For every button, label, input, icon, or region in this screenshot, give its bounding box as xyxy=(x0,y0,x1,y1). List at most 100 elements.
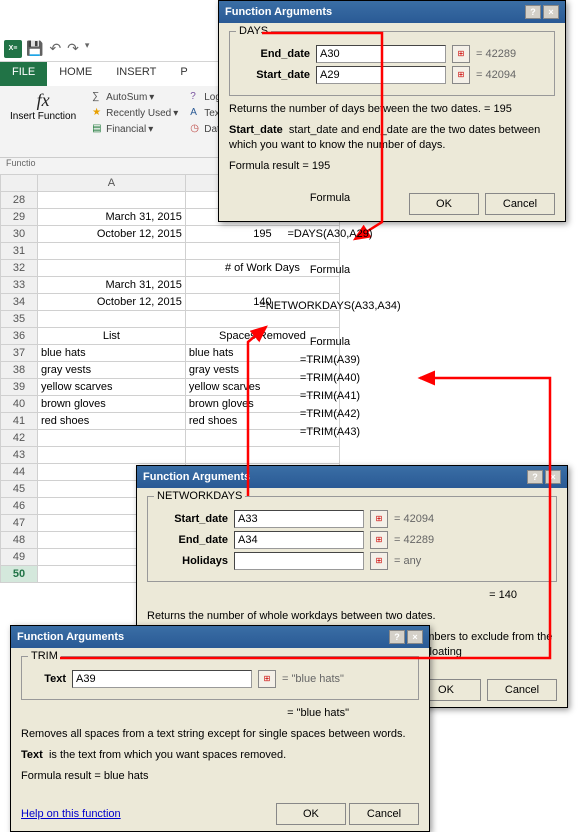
nd-holidays-label: Holidays xyxy=(156,555,228,567)
financial-button[interactable]: ▤ Financial ▾ xyxy=(90,122,180,136)
dialog-title: Function Arguments xyxy=(225,6,332,18)
ref-edit-icon[interactable]: ⊞ xyxy=(258,670,276,688)
cell[interactable]: yellow scarves xyxy=(37,379,185,396)
cell-formula[interactable]: =TRIM(A40) xyxy=(230,372,430,384)
row-header[interactable]: 32 xyxy=(1,260,38,277)
dialog-networkdays-titlebar[interactable]: Function Arguments ? × xyxy=(137,466,567,488)
row-header[interactable]: 29 xyxy=(1,209,38,226)
cell-formula[interactable]: =TRIM(A41) xyxy=(230,390,430,402)
cell[interactable]: blue hats xyxy=(37,345,185,362)
row-header[interactable]: 48 xyxy=(1,532,38,549)
cancel-button[interactable]: Cancel xyxy=(485,193,555,215)
cell[interactable] xyxy=(185,277,339,294)
ref-edit-icon[interactable]: ⊞ xyxy=(370,510,388,528)
nd-start-input[interactable] xyxy=(234,510,364,528)
tab-file[interactable]: FILE xyxy=(0,62,47,86)
help-icon[interactable]: ? xyxy=(527,470,543,484)
row-header[interactable]: 38 xyxy=(1,362,38,379)
cell[interactable] xyxy=(185,311,339,328)
cell-formula[interactable]: =TRIM(A39) xyxy=(230,354,430,366)
row-header[interactable]: 45 xyxy=(1,481,38,498)
start-date-input[interactable] xyxy=(316,66,446,84)
cell-formula[interactable]: =DAYS(A30,A29) xyxy=(230,228,430,240)
cell-formula[interactable]: Formula xyxy=(230,336,430,348)
nd-end-input[interactable] xyxy=(234,531,364,549)
cell[interactable] xyxy=(37,243,185,260)
cell[interactable]: brown gloves xyxy=(37,396,185,413)
tab-pagelayout[interactable]: P xyxy=(168,62,199,86)
qat-dropdown-icon[interactable]: ▾ xyxy=(85,40,90,57)
ref-edit-icon[interactable]: ⊞ xyxy=(370,531,388,549)
help-link[interactable]: Help on this function xyxy=(21,808,121,820)
row-header[interactable]: 30 xyxy=(1,226,38,243)
cell-formula[interactable]: =NETWORKDAYS(A33,A34) xyxy=(230,300,430,312)
ref-edit-icon[interactable]: ⊞ xyxy=(452,45,470,63)
cell[interactable] xyxy=(37,447,185,464)
cell[interactable]: gray vests xyxy=(37,362,185,379)
insert-function-button[interactable]: fx Insert Function xyxy=(4,90,82,153)
help-icon[interactable]: ? xyxy=(525,5,541,19)
row-header[interactable]: 42 xyxy=(1,430,38,447)
row-header[interactable]: 37 xyxy=(1,345,38,362)
autosum-button[interactable]: ∑ AutoSum ▾ xyxy=(90,90,180,104)
trim-text-input[interactable] xyxy=(72,670,252,688)
start-date-eval: = 42094 xyxy=(476,69,516,81)
cell[interactable] xyxy=(185,243,339,260)
row-header[interactable]: 46 xyxy=(1,498,38,515)
redo-icon[interactable]: ↷ xyxy=(67,40,79,57)
close-icon[interactable]: × xyxy=(545,470,561,484)
cell-formula[interactable]: =TRIM(A42) xyxy=(230,408,430,420)
nd-holidays-input[interactable] xyxy=(234,552,364,570)
row-header[interactable]: 31 xyxy=(1,243,38,260)
dialog-trim-titlebar[interactable]: Function Arguments ? × xyxy=(11,626,429,648)
row-header[interactable]: 49 xyxy=(1,549,38,566)
cell-formula[interactable]: =TRIM(A43) xyxy=(230,426,430,438)
cancel-button[interactable]: Cancel xyxy=(349,803,419,825)
row-header[interactable]: 41 xyxy=(1,413,38,430)
cell[interactable] xyxy=(37,260,185,277)
days-result: Formula result = 195 xyxy=(229,159,555,174)
nd-holidays-eval: = any xyxy=(394,555,421,567)
row-header[interactable]: 35 xyxy=(1,311,38,328)
ok-button[interactable]: OK xyxy=(276,803,346,825)
close-icon[interactable]: × xyxy=(543,5,559,19)
end-date-input[interactable] xyxy=(316,45,446,63)
cell[interactable]: List xyxy=(37,328,185,345)
cell[interactable]: October 12, 2015 xyxy=(37,226,185,243)
cancel-button[interactable]: Cancel xyxy=(487,679,557,701)
row-header[interactable]: 50 xyxy=(1,566,38,583)
row-header[interactable]: 47 xyxy=(1,515,38,532)
row-header[interactable]: 36 xyxy=(1,328,38,345)
dialog-title: Function Arguments xyxy=(143,471,250,483)
row-header[interactable]: 34 xyxy=(1,294,38,311)
row-header[interactable]: 39 xyxy=(1,379,38,396)
select-all-corner[interactable] xyxy=(1,175,38,192)
save-icon[interactable]: 💾 xyxy=(26,40,43,57)
undo-icon[interactable]: ↶ xyxy=(49,40,61,57)
cell-formula[interactable]: Formula xyxy=(230,192,430,204)
trim-computed: = "blue hats" xyxy=(21,706,419,721)
cell[interactable]: March 31, 2015 xyxy=(37,277,185,294)
cell-formula[interactable]: Formula xyxy=(230,264,430,276)
help-icon[interactable]: ? xyxy=(389,630,405,644)
row-header[interactable]: 40 xyxy=(1,396,38,413)
cell[interactable] xyxy=(185,447,339,464)
dialog-days-titlebar[interactable]: Function Arguments ? × xyxy=(219,1,565,23)
row-header[interactable]: 44 xyxy=(1,464,38,481)
cell[interactable] xyxy=(37,430,185,447)
cell[interactable]: March 31, 2015 xyxy=(37,209,185,226)
cell[interactable]: red shoes xyxy=(37,413,185,430)
cell[interactable] xyxy=(37,192,185,209)
ref-edit-icon[interactable]: ⊞ xyxy=(370,552,388,570)
cell[interactable]: October 12, 2015 xyxy=(37,294,185,311)
row-header[interactable]: 33 xyxy=(1,277,38,294)
cell[interactable] xyxy=(37,311,185,328)
row-header[interactable]: 28 xyxy=(1,192,38,209)
column-header-a[interactable]: A xyxy=(37,175,185,192)
row-header[interactable]: 43 xyxy=(1,447,38,464)
close-icon[interactable]: × xyxy=(407,630,423,644)
recently-used-button[interactable]: ★ Recently Used ▾ xyxy=(90,106,180,120)
ref-edit-icon[interactable]: ⊞ xyxy=(452,66,470,84)
tab-insert[interactable]: INSERT xyxy=(104,62,168,86)
tab-home[interactable]: HOME xyxy=(47,62,104,86)
